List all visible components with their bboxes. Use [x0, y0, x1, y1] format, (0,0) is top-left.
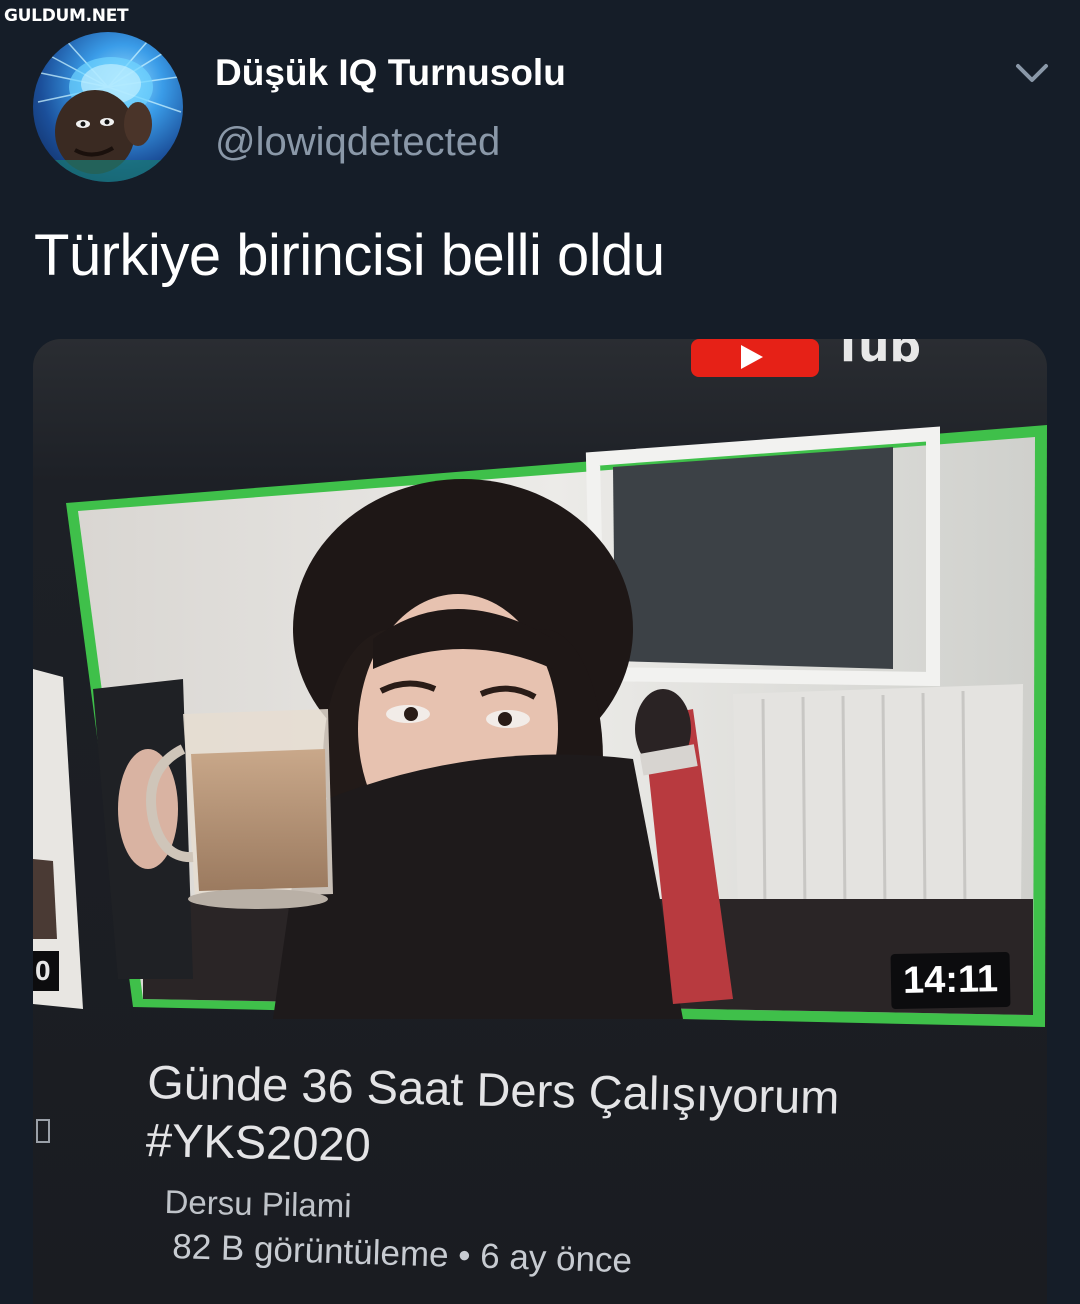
video-duration-badge: 14:11: [890, 951, 1011, 1010]
avatar[interactable]: [33, 32, 183, 182]
side-save-icon: [36, 1119, 50, 1143]
video-title[interactable]: Günde 36 Saat Ders Çalışıyorum #YKS2020: [145, 1053, 967, 1188]
view-count: 82 B görüntüleme: [171, 1227, 450, 1275]
side-video-duration: 0: [33, 951, 59, 991]
upload-age: 6 ay önce: [479, 1236, 633, 1281]
watermark: GULDUM.NET: [4, 6, 129, 26]
channel-name[interactable]: Dersu Pilami: [164, 1183, 352, 1225]
galaxy-brain-avatar-icon: [33, 34, 183, 182]
meta-separator: •: [457, 1235, 472, 1276]
tweet-media-photo[interactable]: Tub 0 14:11 Günde 36 Saat Ders Çalışıyor…: [33, 339, 1047, 1304]
tweet-text: Türkiye birincisi belli oldu: [34, 223, 665, 288]
author-handle[interactable]: @lowiqdetected: [215, 120, 500, 165]
author-name[interactable]: Düşük IQ Turnusolu: [215, 52, 566, 94]
svg-text:Tub: Tub: [833, 339, 921, 372]
chevron-down-icon[interactable]: [1012, 58, 1052, 88]
